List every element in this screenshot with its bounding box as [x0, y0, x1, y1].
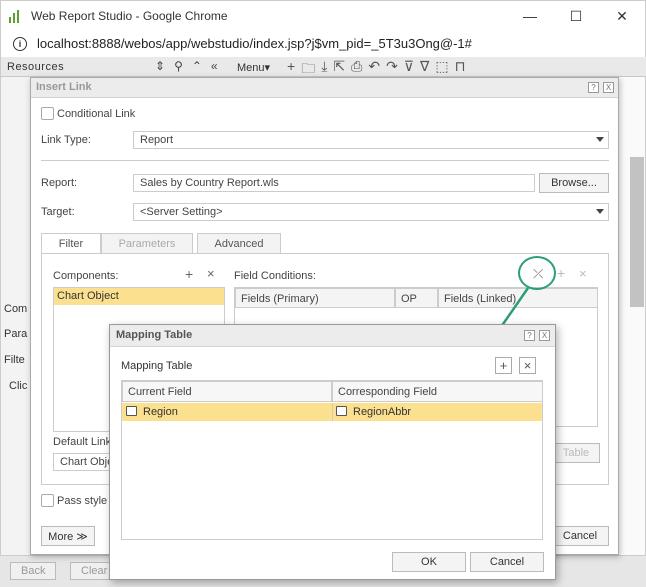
- mapping-close-button[interactable]: X: [539, 330, 550, 341]
- conditional-link-label: Conditional Link: [57, 108, 136, 120]
- mapping-corresponding-value: RegionAbbr: [353, 406, 412, 418]
- help-button[interactable]: ?: [588, 82, 599, 93]
- close-dialog-button[interactable]: X: [603, 82, 614, 93]
- ok-button[interactable]: OK: [392, 552, 466, 572]
- add-mapping-button[interactable]: +: [495, 357, 512, 374]
- scrollbar-thumb[interactable]: [630, 157, 644, 307]
- add-component-icon[interactable]: +: [185, 266, 193, 282]
- collapse-up-icon[interactable]: ⌃: [192, 59, 202, 73]
- app-logo-icon: [9, 9, 23, 23]
- mapping-cancel-button[interactable]: Cancel: [470, 552, 544, 572]
- mapping-title: Mapping Table: [116, 329, 193, 341]
- report-field[interactable]: Sales by Country Report.wls: [133, 174, 535, 192]
- target-select[interactable]: <Server Setting>: [133, 203, 609, 221]
- left-label-click: Clic: [9, 380, 28, 392]
- address-bar[interactable]: i localhost:8888/webos/app/webstudio/ind…: [0, 30, 646, 57]
- pass-style-checkbox[interactable]: [41, 494, 54, 507]
- target-value: <Server Setting>: [140, 206, 223, 218]
- table-row[interactable]: Region RegionAbbr: [122, 403, 542, 421]
- link-type-select[interactable]: Report: [133, 131, 609, 149]
- remove-condition-icon[interactable]: ×: [579, 266, 587, 281]
- list-item[interactable]: Chart Object: [54, 288, 224, 305]
- mapping-current-cell: Region: [126, 406, 178, 418]
- left-panel: Com Para Filte Clic: [0, 77, 30, 587]
- default-link-label: Default Link: [53, 436, 112, 448]
- remove-component-icon[interactable]: ×: [207, 266, 215, 281]
- browse-button[interactable]: Browse...: [539, 173, 609, 193]
- window-title: Web Report Studio - Google Chrome: [31, 8, 228, 23]
- left-label-para: Para: [4, 328, 28, 340]
- insert-link-title: Insert Link: [36, 81, 92, 93]
- field-icon: [126, 406, 137, 416]
- info-icon[interactable]: i: [13, 36, 27, 51]
- conditional-link-checkbox[interactable]: [41, 107, 54, 120]
- components-label: Components:: [53, 270, 119, 282]
- link-type-value: Report: [140, 134, 174, 146]
- back-button[interactable]: Back: [10, 562, 57, 580]
- table-button[interactable]: Table: [552, 443, 600, 463]
- chevron-down-icon: [596, 137, 604, 142]
- target-label: Target:: [41, 206, 75, 218]
- grid-header-op: OP: [395, 288, 438, 308]
- maximize-button[interactable]: ☐: [553, 1, 599, 31]
- right-panel: [618, 77, 646, 587]
- link-type-label: Link Type:: [41, 134, 91, 146]
- report-label: Report:: [41, 177, 78, 189]
- mapping-header-current: Current Field: [122, 381, 332, 402]
- add-condition-icon[interactable]: +: [557, 265, 565, 281]
- divider: [41, 160, 609, 161]
- mapping-table-dialog: Mapping Table ? X Mapping Table + × Curr…: [109, 324, 556, 580]
- url-text[interactable]: localhost:8888/webos/app/webstudio/index…: [37, 36, 472, 51]
- left-label-com: Com: [4, 303, 28, 315]
- insert-link-titlebar[interactable]: Insert Link ? X: [31, 78, 618, 98]
- more-button[interactable]: More ≫: [41, 526, 95, 546]
- mapping-corresponding-cell: RegionAbbr: [336, 406, 411, 418]
- app-toolbar: Resources ⇕ ⚲ ⌃ « Menu▾ + 🗀 ⤓ ⇱ ⎙ ↶ ↷ ⊽ …: [0, 57, 646, 77]
- delete-mapping-button[interactable]: ×: [519, 357, 536, 374]
- mapping-current-value: Region: [143, 406, 178, 418]
- resources-label: Resources: [7, 60, 65, 73]
- minimize-button[interactable]: —: [507, 1, 553, 31]
- field-conditions-label: Field Conditions:: [234, 270, 316, 282]
- mapping-header-corresponding: Corresponding Field: [332, 381, 543, 402]
- cell-divider: [332, 403, 333, 421]
- cancel-button[interactable]: Cancel: [551, 526, 609, 546]
- field-icon: [336, 406, 347, 416]
- component-chart-object: Chart Object: [57, 290, 119, 302]
- browser-titlebar: Web Report Studio - Google Chrome — ☐ ✕: [0, 0, 646, 30]
- mapping-help-button[interactable]: ?: [524, 330, 535, 341]
- tab-advanced[interactable]: Advanced: [197, 233, 281, 253]
- sort-icon[interactable]: ⇕: [155, 59, 165, 73]
- search-icon[interactable]: ⚲: [174, 59, 183, 73]
- collapse-left-icon[interactable]: «: [211, 59, 218, 73]
- tab-filter[interactable]: Filter: [41, 233, 101, 254]
- mapping-titlebar[interactable]: Mapping Table ? X: [110, 325, 555, 347]
- left-label-filter: Filte: [4, 354, 25, 366]
- pass-style-label: Pass style: [57, 495, 108, 507]
- grid-header-primary: Fields (Primary): [235, 288, 395, 308]
- chevron-down-icon: [596, 209, 604, 214]
- mapping-heading: Mapping Table: [121, 360, 193, 372]
- tab-parameters[interactable]: Parameters: [101, 233, 193, 253]
- mapping-grid[interactable]: Current Field Corresponding Field Region…: [121, 380, 543, 540]
- close-window-button[interactable]: ✕: [599, 1, 645, 31]
- menu-button[interactable]: Menu▾: [237, 61, 270, 74]
